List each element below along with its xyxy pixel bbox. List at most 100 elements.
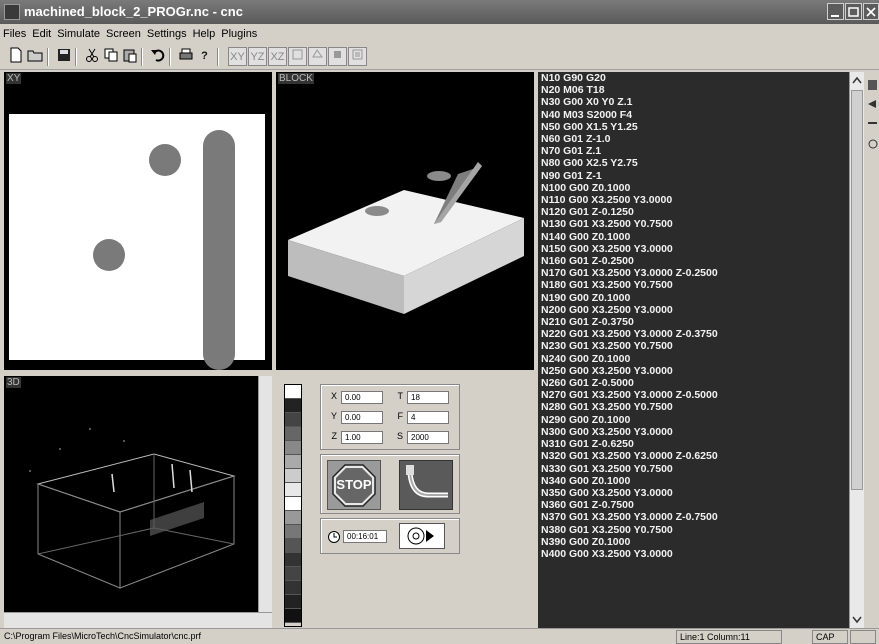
open-folder-icon[interactable]: [26, 47, 45, 66]
code-line: N50 G00 X1.5 Y1.25: [541, 120, 638, 133]
menu-settings[interactable]: Settings: [144, 24, 190, 44]
step-forward-icon: [407, 527, 434, 545]
view-yz-button[interactable]: YZ: [248, 47, 267, 66]
undo-icon[interactable]: [148, 47, 167, 66]
3d-view-pane[interactable]: 3D: [4, 376, 258, 612]
view-grid-icon[interactable]: [288, 47, 307, 66]
menu-simulate[interactable]: Simulate: [54, 24, 103, 44]
stop-label: STOP: [336, 477, 372, 492]
scroll-down-icon[interactable]: [850, 612, 864, 626]
view-xz-button[interactable]: XZ: [268, 47, 287, 66]
code-line: N290 G00 Z0.1000: [541, 413, 631, 426]
code-line: N240 G00 Z0.1000: [541, 352, 631, 365]
code-line: N110 G00 X3.2500 Y3.0000: [541, 194, 673, 207]
s-value: 2000: [407, 431, 449, 444]
tool-view-button[interactable]: [399, 460, 453, 510]
y-value: 0.00: [341, 411, 383, 424]
run-step-button[interactable]: [399, 523, 445, 549]
cursor-position: Line:1 Column:11: [676, 630, 782, 644]
f-label: F: [397, 411, 404, 421]
view-solid-icon[interactable]: [328, 47, 347, 66]
x-label: X: [330, 391, 337, 401]
help-icon[interactable]: ?: [195, 47, 214, 66]
profile-path: C:\Program Files\MicroTech\CncSimulator\…: [4, 631, 202, 641]
code-line: N370 G01 X3.2500 Y3.0000 Z-0.7500: [541, 511, 718, 524]
code-line: N120 G01 Z-0.1250: [541, 206, 634, 219]
menu-bar: Files Edit Simulate Screen Settings Help Plugi…: [0, 24, 879, 44]
t-label: T: [397, 391, 404, 401]
cut-icon[interactable]: [82, 47, 101, 66]
code-line: N360 G01 Z-0.7500: [541, 499, 634, 512]
minimize-button[interactable]: [827, 3, 844, 20]
maximize-button[interactable]: [845, 3, 862, 20]
editor-scrollbar[interactable]: [849, 72, 864, 628]
code-line: N190 G00 Z0.1000: [541, 291, 631, 304]
view-fit-icon[interactable]: [348, 47, 367, 66]
xy-part-drawing: [9, 114, 265, 370]
code-line: N150 G00 X3.2500 Y3.0000: [541, 242, 673, 255]
paste-icon[interactable]: [120, 47, 139, 66]
z-label: Z: [331, 431, 338, 441]
status-slot: [850, 630, 876, 644]
stop-button[interactable]: STOP: [327, 460, 381, 510]
3d-vertical-scrollbar[interactable]: [258, 376, 272, 612]
code-line: N300 G00 X3.2500 Y3.0000: [541, 425, 673, 438]
menu-plugins[interactable]: Plugins: [218, 24, 260, 44]
code-line: N230 G01 X3.2500 Y0.7500: [541, 340, 673, 353]
code-line: N200 G00 X3.2500 Y3.0000: [541, 303, 673, 316]
copy-icon[interactable]: [101, 47, 120, 66]
app-icon: [4, 4, 20, 20]
wireframe-3d-drawing: [29, 428, 236, 589]
code-line: N140 G00 Z0.1000: [541, 230, 631, 243]
elapsed-time-value: 00:16:01: [343, 530, 387, 543]
code-line: N130 G01 X3.2500 Y0.7500: [541, 218, 673, 231]
menu-screen[interactable]: Screen: [103, 24, 144, 44]
menu-files[interactable]: Files: [0, 24, 29, 44]
code-line: N340 G00 Z0.1000: [541, 474, 631, 487]
code-line: N30 G00 X0 Y0 Z.1: [541, 96, 633, 109]
clock-icon: [328, 531, 340, 543]
code-line: N350 G00 X3.2500 Y3.0000: [541, 486, 673, 499]
code-line: N60 G01 Z-1.0: [541, 133, 611, 146]
block-3d-drawing: [288, 162, 524, 314]
new-file-icon[interactable]: [6, 47, 25, 66]
scroll-thumb[interactable]: [851, 90, 863, 490]
program-editor[interactable]: N10 G90 G20 N20 M06 T18 N30 G00 X0 Y0 Z.…: [538, 72, 849, 628]
toolbar: ? XY YZ XZ: [0, 44, 879, 70]
code-line: N10 G90 G20: [541, 72, 606, 84]
block-view-pane[interactable]: BLOCK: [276, 72, 534, 370]
code-line: N400 G00 X3.2500 Y3.0000: [541, 547, 673, 560]
side-tool-icons[interactable]: [866, 72, 879, 162]
position-readout-group: X 0.00 Y 0.00 Z 1.00 T 18 F 4 S 2000: [320, 384, 460, 450]
code-line: N80 G00 X2.5 Y2.75: [541, 157, 638, 170]
title-bar: machined_block_2_PROGr.nc - cnc: [0, 0, 879, 24]
menu-edit[interactable]: Edit: [29, 24, 54, 44]
code-line: N220 G01 X3.2500 Y3.0000 Z-0.3750: [541, 328, 718, 341]
f-value: 4: [407, 411, 449, 424]
menu-help[interactable]: Help: [190, 24, 219, 44]
scroll-up-icon[interactable]: [850, 74, 864, 88]
code-line: N210 G01 Z-0.3750: [541, 316, 634, 329]
view-xy-button[interactable]: XY: [228, 47, 247, 66]
code-line: N160 G01 Z-0.2500: [541, 255, 634, 268]
code-line: N260 G01 Z-0.5000: [541, 377, 634, 390]
3d-horizontal-scrollbar[interactable]: [4, 612, 272, 628]
s-label: S: [396, 431, 403, 441]
code-line: N20 M06 T18: [541, 84, 605, 97]
code-line: N70 G01 Z.1: [541, 145, 602, 158]
y-label: Y: [330, 411, 337, 421]
view-iso-icon[interactable]: [308, 47, 327, 66]
print-icon[interactable]: [176, 47, 195, 66]
window-title: machined_block_2_PROGr.nc - cnc: [24, 4, 243, 19]
code-line: N390 G00 Z0.1000: [541, 535, 631, 548]
close-button[interactable]: [863, 3, 879, 20]
xy-view-pane[interactable]: XY: [4, 72, 272, 370]
save-icon[interactable]: [54, 47, 73, 66]
timer-group: 00:16:01: [320, 518, 460, 554]
side-toolbar: [866, 72, 879, 628]
code-line: N310 G01 Z-0.6250: [541, 438, 634, 451]
code-line: N280 G01 X3.2500 Y0.7500: [541, 401, 673, 414]
app-window: machined_block_2_PROGr.nc - cnc Files Edi…: [0, 0, 879, 644]
code-line: N170 G01 X3.2500 Y3.0000 Z-0.2500: [541, 267, 718, 280]
tool-color-palette[interactable]: [284, 384, 302, 627]
